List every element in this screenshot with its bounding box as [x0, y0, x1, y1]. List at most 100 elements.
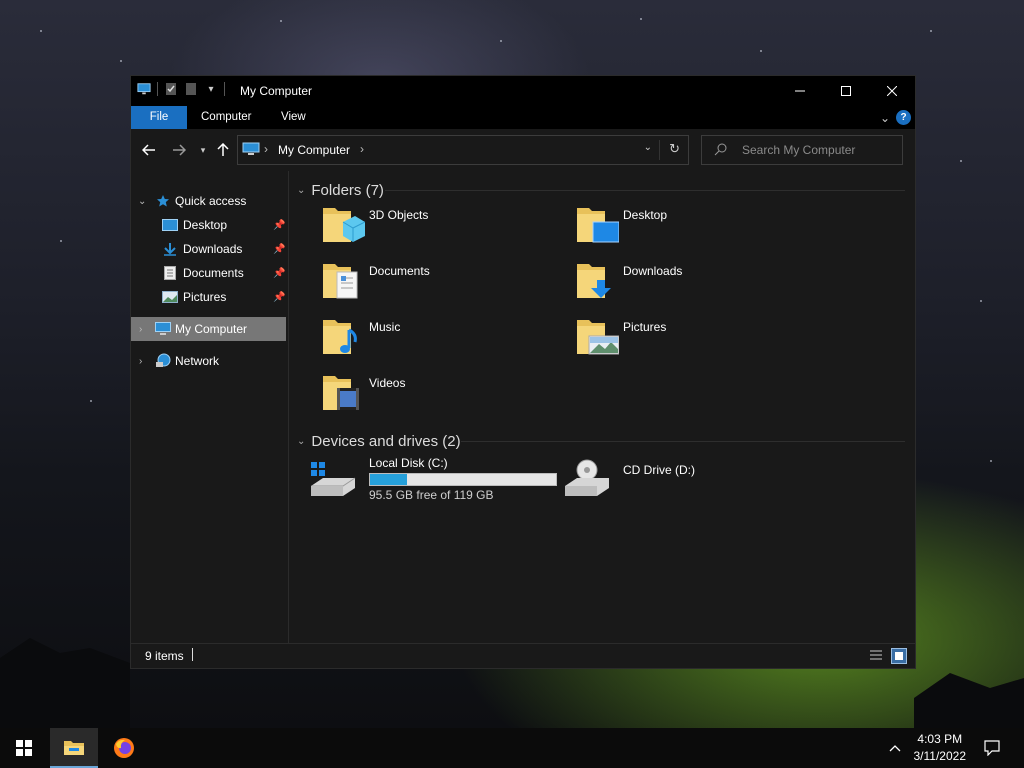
drive-usage-fill	[370, 474, 407, 485]
navigation-bar: ▾ › My Computer › ⌄ ↻ Search My Computer	[131, 129, 915, 171]
large-icons-view-icon[interactable]	[891, 648, 907, 664]
maximize-icon	[841, 86, 851, 96]
chevron-right-icon[interactable]: ›	[139, 356, 142, 367]
chevron-right-icon[interactable]: ›	[139, 324, 142, 335]
tab-file[interactable]: File	[131, 106, 187, 129]
sidebar-item-label: My Computer	[175, 322, 248, 336]
notification-icon	[984, 740, 1000, 756]
folder-label: Music	[369, 320, 401, 334]
taskbar: 4:03 PM 3/11/2022	[0, 728, 1024, 768]
folder-tile-desktop[interactable]: Desktop	[569, 204, 819, 258]
network-icon	[155, 353, 171, 369]
up-button[interactable]	[213, 140, 233, 160]
back-button[interactable]	[139, 140, 159, 160]
chevron-down-icon[interactable]: ⌄	[138, 196, 146, 207]
tab-view[interactable]: View	[281, 106, 306, 129]
group-header-label: Folders (7)	[311, 181, 384, 199]
sidebar-item-quick-access[interactable]: ⌄ Quick access	[131, 189, 288, 213]
toolbar-separator	[224, 82, 225, 96]
item-count: 9 items	[145, 649, 184, 663]
folder-label: Desktop	[623, 208, 668, 222]
sidebar-item-label: Documents	[183, 266, 244, 280]
divider	[659, 140, 660, 160]
computer-icon	[242, 142, 260, 159]
drive-label: CD Drive (D:)	[623, 463, 695, 477]
address-history-dropdown-icon[interactable]: ⌄	[644, 142, 652, 153]
folder-tile-downloads[interactable]: Downloads	[569, 260, 819, 314]
breadcrumb-chevron-icon[interactable]: ›	[264, 142, 268, 156]
breadcrumb-chevron-icon[interactable]: ›	[360, 142, 364, 156]
music-folder-icon	[323, 320, 357, 354]
customize-toolbar-icon[interactable]: ▾	[204, 82, 218, 96]
forward-arrow-icon	[173, 144, 186, 156]
explorer-window: ▾ My Computer File Computer View ⌄ ? ▾ ›…	[130, 75, 916, 669]
group-header-folders[interactable]: ⌄ Folders (7)	[297, 179, 384, 201]
documents-icon	[162, 265, 178, 281]
tab-computer[interactable]: Computer	[201, 106, 252, 129]
breadcrumb-my-computer[interactable]: My Computer	[278, 143, 350, 157]
folder-tile-music[interactable]: Music	[315, 316, 565, 370]
downloads-folder-icon	[577, 264, 611, 298]
taskbar-firefox[interactable]	[100, 728, 148, 768]
file-explorer-icon	[64, 741, 84, 755]
system-clock[interactable]: 4:03 PM 3/11/2022	[914, 731, 967, 765]
computer-icon	[137, 82, 151, 96]
desktop-icon	[162, 217, 178, 233]
videos-folder-icon	[323, 376, 359, 410]
details-view-icon[interactable]	[869, 648, 883, 662]
properties-icon[interactable]	[164, 82, 178, 96]
chevron-down-icon[interactable]: ⌄	[297, 436, 305, 447]
close-icon	[887, 86, 897, 96]
address-bar[interactable]: › My Computer › ⌄ ↻	[237, 135, 689, 165]
expand-ribbon-icon[interactable]: ⌄	[880, 111, 890, 125]
drive-free-space: 95.5 GB free of 119 GB	[369, 488, 494, 502]
maximize-button[interactable]	[823, 76, 869, 106]
star-icon	[155, 193, 171, 209]
start-button[interactable]	[0, 728, 48, 768]
folder-tile-videos[interactable]: Videos	[315, 372, 565, 426]
group-header-devices[interactable]: ⌄ Devices and drives (2)	[297, 430, 461, 452]
group-header-label: Devices and drives (2)	[311, 432, 461, 450]
sidebar-item-documents[interactable]: Documents 📌	[131, 261, 288, 285]
desktop-folder-icon	[577, 208, 619, 243]
title-bar[interactable]: ▾ My Computer	[131, 76, 915, 106]
drive-usage-bar	[369, 473, 557, 486]
minimize-button[interactable]	[777, 76, 823, 106]
folder-tile-pictures[interactable]: Pictures	[569, 316, 819, 370]
show-hidden-icons-button[interactable]	[880, 728, 910, 768]
computer-icon	[155, 321, 171, 337]
help-icon[interactable]: ?	[896, 110, 911, 125]
group-divider	[461, 441, 905, 442]
folder-label: Downloads	[623, 264, 683, 278]
sidebar-item-label: Network	[175, 354, 220, 368]
pictures-folder-icon	[577, 320, 619, 355]
clock-time: 4:03 PM	[917, 732, 963, 746]
close-button[interactable]	[869, 76, 915, 106]
recent-locations-button[interactable]: ▾	[193, 140, 213, 160]
sidebar-item-pictures[interactable]: Pictures 📌	[131, 285, 288, 309]
refresh-icon[interactable]: ↻	[669, 141, 680, 157]
forward-button[interactable]	[169, 140, 189, 160]
local-disk-icon	[311, 462, 356, 496]
content-pane: ⌄ Folders (7) 3D Objects Desktop Documen…	[289, 171, 915, 643]
sidebar-item-my-computer[interactable]: › My Computer	[131, 317, 286, 341]
new-folder-icon[interactable]	[184, 82, 198, 96]
sidebar-item-downloads[interactable]: Downloads 📌	[131, 237, 288, 261]
sidebar-item-desktop[interactable]: Desktop 📌	[131, 213, 288, 237]
up-arrow-icon	[217, 143, 229, 156]
sidebar-item-label: Pictures	[183, 290, 227, 304]
sidebar-item-network[interactable]: › Network	[131, 349, 288, 373]
folder-tile-documents[interactable]: Documents	[315, 260, 565, 314]
drive-tile-cd-drive-d[interactable]: CD Drive (D:)	[561, 458, 761, 512]
chevron-down-icon[interactable]: ⌄	[297, 185, 305, 196]
folder-label: 3D Objects	[369, 208, 429, 222]
action-center-button[interactable]	[978, 728, 1006, 768]
drive-label: Local Disk (C:)	[369, 456, 448, 470]
folder-tile-3d-objects[interactable]: 3D Objects	[315, 204, 565, 258]
back-arrow-icon	[142, 144, 155, 156]
group-divider	[385, 190, 905, 191]
toolbar-separator	[157, 82, 158, 96]
drive-tile-local-disk-c[interactable]: Local Disk (C:) 95.5 GB free of 119 GB	[307, 456, 567, 512]
taskbar-file-explorer[interactable]	[50, 728, 98, 768]
search-input[interactable]: Search My Computer	[701, 135, 903, 165]
